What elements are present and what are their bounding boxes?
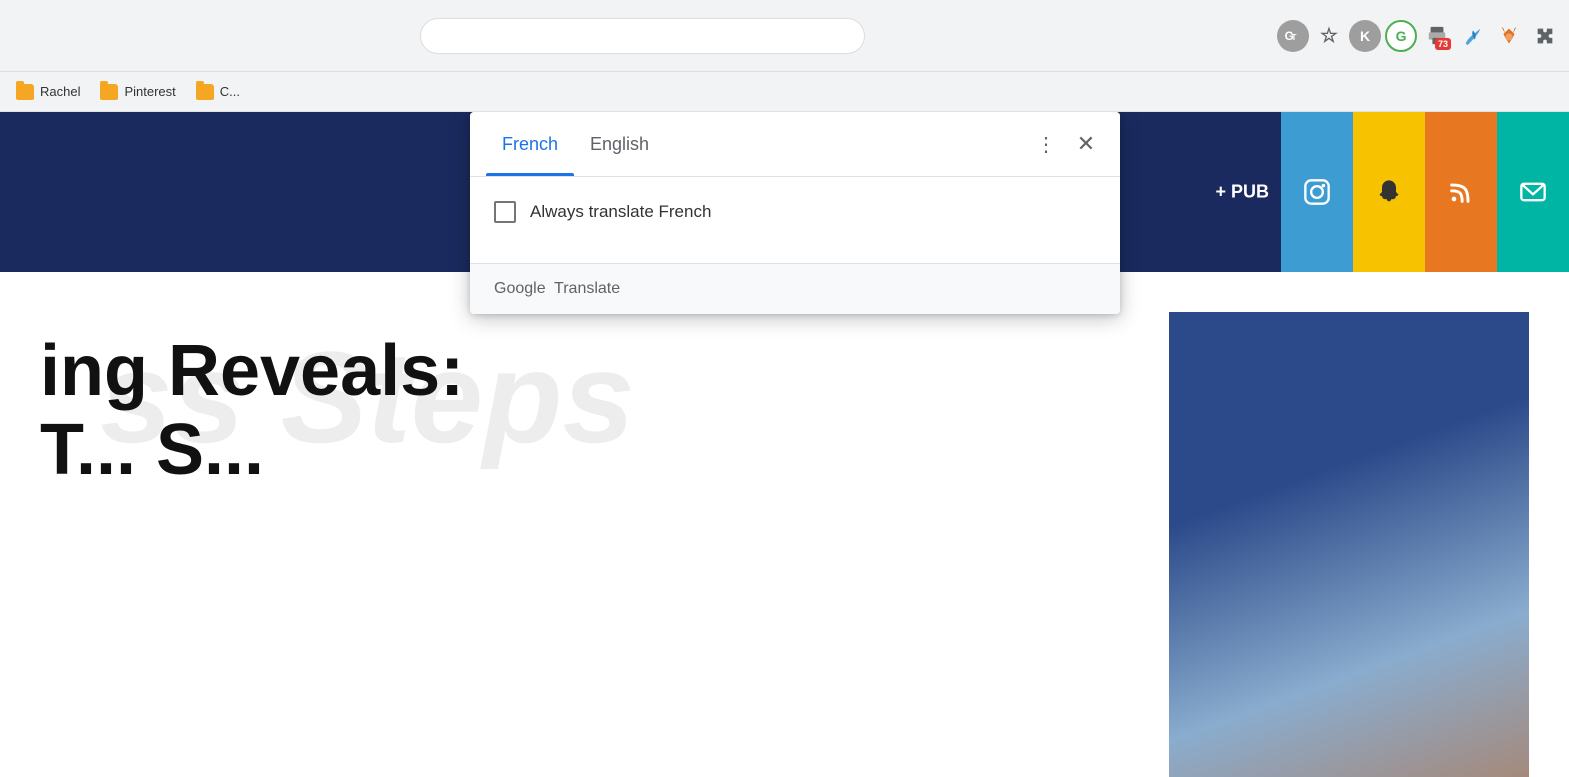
article-title-line1: ing Reveals:	[40, 312, 1169, 411]
article-area: ss Steps ing Reveals: T... S...	[0, 272, 1569, 777]
page-content: French English ⋮ ✕ Always translate Fren…	[0, 112, 1569, 777]
popup-header: French English ⋮ ✕	[470, 112, 1120, 176]
folder-icon-pinterest	[100, 84, 118, 100]
translate-popup: French English ⋮ ✕ Always translate Fren…	[470, 112, 1120, 314]
translate-brand-text: Translate	[550, 280, 621, 298]
google-brand-text: Google	[494, 280, 546, 298]
grammarly-extension-icon[interactable]: G	[1385, 20, 1417, 52]
always-translate-label: Always translate French	[530, 202, 711, 222]
google-translate-extension-icon[interactable]: G T	[1277, 20, 1309, 52]
target-language-tab[interactable]: English	[574, 112, 665, 176]
close-popup-button[interactable]: ✕	[1068, 126, 1104, 162]
toolbar-extensions: G T ☆ K G 73	[1277, 20, 1561, 52]
always-translate-row: Always translate French	[494, 197, 1096, 243]
popup-body: Always translate French	[470, 177, 1120, 263]
bookmark-label-pinterest: Pinterest	[124, 84, 175, 99]
bookmarks-bar: Rachel Pinterest C...	[0, 72, 1569, 112]
popup-footer: Google Translate	[470, 263, 1120, 314]
bookmark-label-rachel: Rachel	[40, 84, 80, 99]
bookmark-other[interactable]: C...	[188, 80, 248, 104]
omnibox[interactable]	[420, 18, 866, 54]
snapchat-social-button[interactable]	[1353, 112, 1425, 272]
pub-button[interactable]: + PUB	[1215, 182, 1269, 203]
hat-background	[1169, 312, 1529, 777]
article-title-line2: T... S...	[40, 411, 1169, 490]
folder-icon-other	[196, 84, 214, 100]
google-translate-brand: Google Translate	[494, 280, 1096, 298]
svg-text:T: T	[1291, 32, 1296, 42]
puzzle-extension-icon[interactable]	[1529, 20, 1561, 52]
bookmark-pinterest[interactable]: Pinterest	[92, 80, 183, 104]
more-options-button[interactable]: ⋮	[1028, 126, 1064, 162]
instagram-social-button[interactable]	[1281, 112, 1353, 272]
person-image	[1169, 312, 1529, 777]
fox-extension-icon[interactable]	[1493, 20, 1525, 52]
badge-count: 73	[1435, 38, 1451, 50]
email-social-button[interactable]	[1497, 112, 1569, 272]
always-translate-checkbox[interactable]	[494, 201, 516, 223]
article-text: ss Steps ing Reveals: T... S...	[40, 312, 1169, 490]
chrome-toolbar: G T ☆ K G 73	[0, 0, 1569, 72]
social-icons-bar	[1281, 112, 1569, 272]
bookmark-label-other: C...	[220, 84, 240, 99]
bookmark-star-icon[interactable]: ☆	[1313, 20, 1345, 52]
source-language-tab[interactable]: French	[486, 112, 574, 176]
badge-extension-icon[interactable]: 73	[1421, 20, 1453, 52]
bird-extension-icon[interactable]	[1457, 20, 1489, 52]
bookmark-rachel[interactable]: Rachel	[8, 80, 88, 104]
rss-social-button[interactable]	[1425, 112, 1497, 272]
k-extension-icon[interactable]: K	[1349, 20, 1381, 52]
folder-icon-rachel	[16, 84, 34, 100]
